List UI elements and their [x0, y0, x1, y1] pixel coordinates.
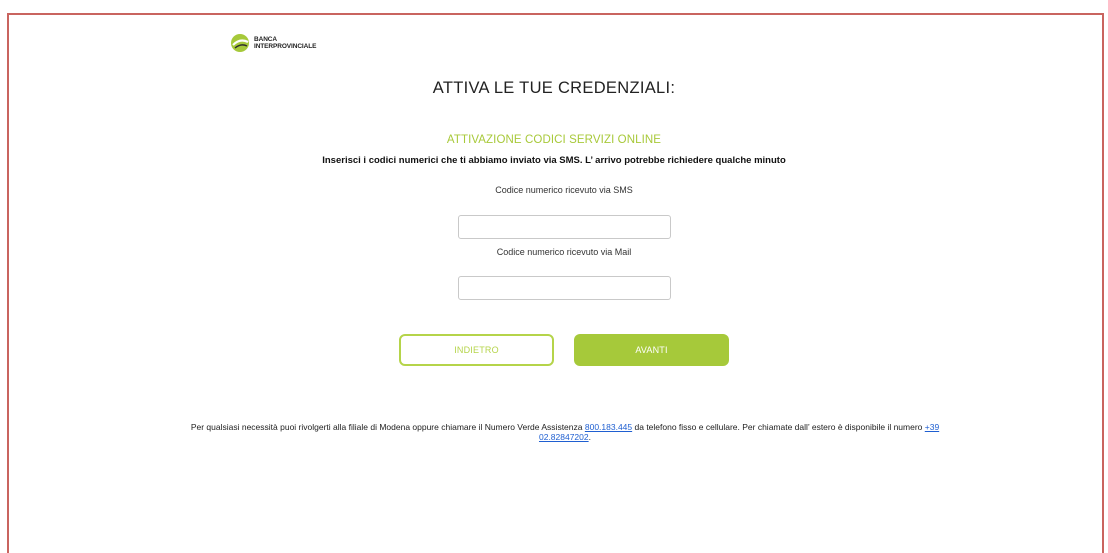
mail-code-label: Codice numerico ricevuto via Mail [496, 247, 632, 257]
logo-text: BANCA INTERPROVINCIALE [254, 36, 316, 50]
sms-code-input[interactable] [458, 215, 671, 239]
footer-assistance-text: Per qualsiasi necessità puoi rivolgerti … [180, 422, 950, 442]
toll-free-number-link[interactable]: 800.183.445 [585, 422, 632, 432]
section-subtitle: ATTIVAZIONE CODICI SERVIZI ONLINE [446, 134, 662, 146]
bank-logo[interactable]: BANCA INTERPROVINCIALE [229, 33, 316, 53]
back-button[interactable]: INDIETRO [399, 334, 554, 366]
logo-line-1: BANCA [254, 36, 277, 43]
footer-text-part-2: da telefono fisso e cellulare. Per chiam… [632, 422, 925, 432]
mail-code-input[interactable] [458, 276, 671, 300]
next-button[interactable]: AVANTI [574, 334, 729, 366]
footer-text-part-3: . [588, 432, 591, 442]
sms-code-label: Codice numerico ricevuto via SMS [495, 185, 633, 195]
instructions-text: Inserisci i codici numerici che ti abbia… [322, 155, 786, 166]
logo-icon [229, 33, 251, 53]
page-title: ATTIVA LE TUE CREDENZIALI: [432, 79, 676, 97]
logo-line-2: INTERPROVINCIALE [254, 43, 317, 50]
footer-text-part-1: Per qualsiasi necessità puoi rivolgerti … [190, 422, 585, 432]
